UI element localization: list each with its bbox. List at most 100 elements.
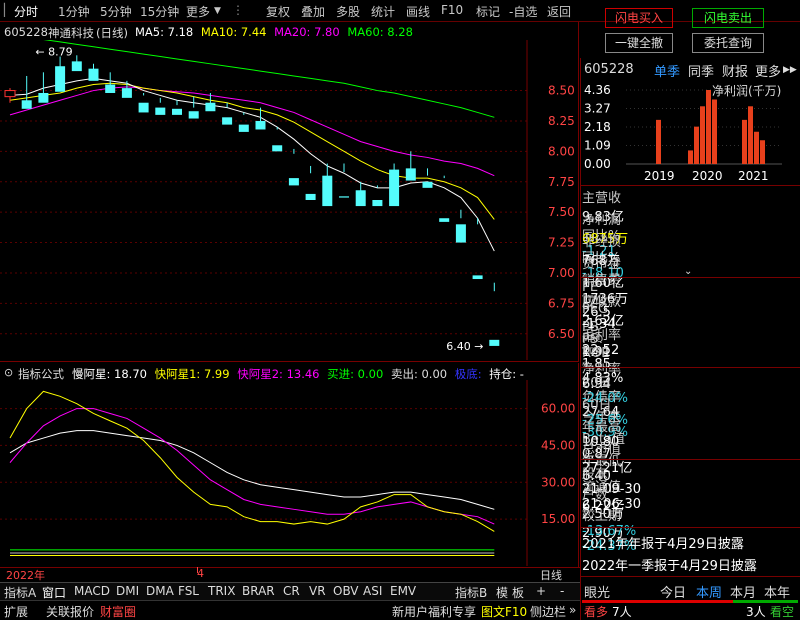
indicator-chart[interactable]: 60.00 45.00 30.00 15.00 (0, 380, 578, 566)
period-label[interactable]: 日线 (540, 567, 562, 583)
flash-buy-button[interactable]: 闪电买入 (605, 8, 673, 28)
indicator-tab[interactable]: DMA (146, 584, 174, 598)
indicator-tick-label: 30.00 (541, 475, 575, 489)
performance-row: 20日 -24.0% 今年来 -30.9% (582, 372, 800, 440)
eye-tab-year[interactable]: 本年 (764, 582, 790, 601)
toolbar-split-icon: ⋮ (232, 3, 244, 17)
net-profit-bar (694, 126, 699, 164)
new-user-welfare-link[interactable]: 新用户福利专享 (392, 603, 476, 620)
report-q1[interactable]: 2022年一季报于4月29日披露 (582, 555, 757, 574)
valuation-row: PE TTM 26.5 PB MRQ 1.91 (582, 280, 800, 360)
candle-body (155, 107, 166, 115)
zoom-in-button[interactable]: + (536, 584, 546, 598)
report-annual[interactable]: 2021年年报于4月29日披露 (582, 533, 744, 552)
divider (580, 185, 800, 186)
perf-key: 年最高 (582, 420, 622, 435)
candle-body (472, 275, 483, 280)
indicator-collapse-icon[interactable]: ⊙ (4, 366, 13, 379)
indicator-tab[interactable]: 窗口 (42, 584, 66, 601)
extend-button[interactable]: 扩展 (4, 603, 28, 620)
eye-tab-week[interactable]: 本周 (696, 582, 722, 601)
bull-count: 7人 (612, 605, 632, 619)
tab-1min[interactable]: 1分钟 (58, 3, 90, 20)
indicator-tab[interactable]: DMI (116, 584, 139, 598)
bear-label: 看空 (770, 605, 795, 619)
indicator-tab[interactable]: FSL (178, 584, 199, 598)
sidebar-toggle-button[interactable]: 侧边栏 (530, 603, 566, 620)
flash-sell-button[interactable]: 闪电卖出 (692, 8, 764, 28)
btn-f10[interactable]: F10 (441, 3, 463, 17)
candle-body (88, 68, 99, 81)
divider (580, 459, 800, 460)
more-dropdown-icon[interactable]: ▼ (214, 6, 221, 16)
indicator-tab[interactable]: EMV (390, 584, 416, 598)
low-price-label: 6.40 → (446, 340, 483, 353)
btn-fuquan[interactable]: 复权 (266, 3, 290, 20)
indicator-tab[interactable]: CR (283, 584, 300, 598)
valuation-key: PEG (582, 302, 609, 317)
ma5-line (9, 77, 495, 252)
ma60-label: MA60: 8.28 (347, 25, 413, 39)
wealth-circle-button[interactable]: 财富圈 (100, 603, 136, 620)
tab-single-quarter[interactable]: 单季 (654, 61, 680, 80)
graphic-f10-button[interactable]: 图文F10 (481, 603, 527, 620)
price-tick-label: 8.50 (548, 84, 575, 98)
net-profit-bar (700, 106, 705, 164)
stock-name: 神通科技 (48, 26, 94, 40)
tab-15min[interactable]: 15分钟 (140, 3, 179, 20)
eye-tab-today[interactable]: 今日 (660, 582, 686, 601)
btn-duogu[interactable]: 多股 (336, 3, 360, 20)
btn-tongji[interactable]: 统计 (371, 3, 395, 20)
finance-tick-label: 0.00 (584, 157, 611, 171)
btn-biaoji[interactable]: 标记 (476, 3, 500, 20)
fast1-line (9, 390, 495, 532)
indicator-tick-label: 60.00 (541, 402, 575, 416)
net-profit-bar (712, 99, 717, 164)
finance-tick-label: 4.36 (584, 83, 611, 97)
candle-body (222, 117, 233, 125)
candle-body (372, 200, 383, 207)
price-tick-label: 7.50 (548, 205, 575, 219)
holder-row: 较上期 -13.67% -24.37% (582, 505, 800, 554)
tab-more-finance[interactable]: 更多 (755, 61, 781, 80)
btn-huaxian[interactable]: 画线 (406, 3, 430, 20)
ma5-label: MA5: 7.18 (135, 25, 194, 39)
tab-indicator-b[interactable]: 指标B (455, 584, 487, 601)
candlestick-chart[interactable]: 8.50 8.25 8.00 7.75 7.50 7.25 7.00 6.75 6.50 ← 8.… (0, 40, 578, 360)
candle-body (255, 120, 266, 130)
indicator-tab[interactable]: OBV (333, 584, 359, 598)
tab-same-quarter[interactable]: 同季 (688, 61, 714, 80)
candle-body (489, 339, 500, 346)
performance-row: 60日 -25.6% Beta值 0.87 (582, 394, 800, 462)
fast-star1-value: 快阿星1: 7.99 (154, 367, 230, 381)
cancel-all-button[interactable]: 一键全撤 (605, 33, 673, 53)
tab-mo[interactable]: 模 (496, 584, 508, 601)
btn-fanhui[interactable]: 返回 (547, 3, 571, 20)
tab-fenshi[interactable]: 分时 (14, 3, 38, 20)
expand-chevron-icon[interactable]: ⌄ (684, 266, 692, 277)
indicator-tab[interactable]: 指标A (4, 584, 36, 601)
stat-key: 非经损 (582, 235, 622, 250)
order-query-button[interactable]: 委托查询 (692, 33, 764, 53)
indicator-tab[interactable]: VR (309, 584, 326, 598)
indicator-tab[interactable]: MACD (74, 584, 110, 598)
bear-count: 3人 (746, 605, 766, 619)
candle-body (288, 178, 299, 186)
tab-ban[interactable]: 板 (512, 584, 524, 601)
tab-more[interactable]: 更多 (186, 3, 210, 20)
btn-diejia[interactable]: 叠加 (301, 3, 325, 20)
sidebar-arrows-icon[interactable]: » (569, 603, 576, 617)
tab-5min[interactable]: 5分钟 (100, 3, 132, 20)
tab-report[interactable]: 财报 (722, 61, 748, 80)
holder-key: 股东 (582, 467, 609, 482)
candle-body (355, 190, 366, 207)
indicator-tab[interactable]: ASI (363, 584, 382, 598)
eye-tab-month[interactable]: 本月 (730, 582, 756, 601)
zoom-out-button[interactable]: - (560, 584, 564, 598)
indicator-tab[interactable]: BRAR (242, 584, 275, 598)
high-price-label: ← 8.79 (35, 45, 72, 58)
indicator-tab[interactable]: TRIX (208, 584, 235, 598)
btn-zixuan[interactable]: -自选 (509, 3, 537, 20)
related-quote-button[interactable]: 关联报价 (46, 603, 94, 620)
more-finance-icon[interactable]: ▶▶ (783, 65, 797, 75)
